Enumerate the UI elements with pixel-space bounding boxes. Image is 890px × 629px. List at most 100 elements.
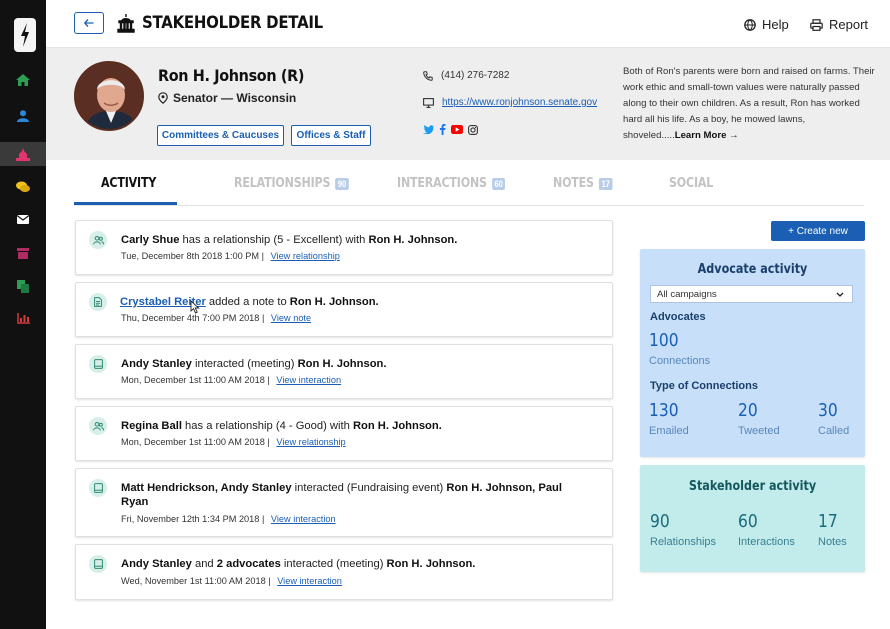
tab-social-label: SOCIAL [669, 176, 714, 191]
left-nav-rail [0, 0, 46, 629]
nav-user-icon[interactable] [0, 104, 46, 128]
activity-desc: interacted (meeting) [191, 358, 298, 370]
activity-desc: interacted (Fundraising event) [291, 482, 447, 494]
help-label: Help [762, 17, 789, 32]
interactions-count: 60 [738, 511, 758, 532]
app-logo-icon[interactable] [14, 18, 36, 52]
mouse-cursor-icon [190, 300, 200, 314]
note-icon [89, 293, 107, 311]
advocate-activity-panel: Advocate activity All campaigns Advocate… [640, 249, 865, 457]
activity-target: Ron H. Johnson. [352, 420, 442, 432]
tab-bar: ACTIVITY RELATIONSHIPS 90 INTERACTIONS 60 … [74, 164, 864, 206]
activity-date: Thu, December 4th 7:00 PM 2018 [121, 313, 260, 323]
view-interaction-link[interactable]: View interaction [276, 375, 341, 385]
activity-date: Wed, November 1st 11:00 AM 2018 [121, 576, 266, 586]
activity-text: Regina Ball has a relationship (4 - Good… [121, 419, 591, 433]
book-icon [89, 479, 107, 497]
tweeted-label: Tweeted [738, 425, 780, 437]
activity-item: Andy Stanley interacted (meeting) Ron H.… [75, 344, 613, 399]
campaign-selected-value: All campaigns [657, 288, 717, 300]
activity-item: Matt Hendrickson, Andy Stanley interacte… [75, 468, 613, 537]
activity-advocates-count: 2 advocates [216, 558, 281, 570]
tweeted-count: 20 [738, 400, 758, 421]
chevron-down-icon [836, 292, 844, 297]
stakeholder-bio: Both of Ron's parents were born and rais… [623, 64, 877, 144]
activity-date: Fri, November 12th 1:34 PM 2018 [121, 514, 260, 524]
interactions-label: Interactions [738, 536, 795, 548]
page-title: STAKEHOLDER DETAIL [142, 13, 323, 33]
relationships-count: 90 [650, 511, 670, 532]
report-link[interactable]: Report [810, 17, 868, 32]
book-icon [89, 355, 107, 373]
view-interaction-link[interactable]: View interaction [271, 514, 336, 524]
relationships-label: Relationships [650, 536, 717, 548]
connections-label: Connections [649, 355, 711, 367]
stakeholder-activity-title: Stakeholder activity [688, 479, 817, 494]
social-links [423, 124, 478, 135]
activity-meta: Fri, November 12th 1:34 PM 2018 | View i… [121, 514, 336, 524]
learn-more-link[interactable]: Learn More → [675, 130, 739, 141]
tab-interactions[interactable]: INTERACTIONS 60 [397, 176, 506, 191]
phone-number: (414) 276-7282 [441, 70, 510, 81]
view-relationship-link[interactable]: View relationship [271, 251, 340, 261]
monitor-icon [423, 97, 434, 108]
activity-date: Tue, December 8th 2018 1:00 PM [121, 251, 260, 261]
activity-desc: interacted (meeting) [280, 558, 387, 570]
activity-desc: and [191, 558, 217, 570]
tab-notes[interactable]: NOTES 17 [553, 176, 613, 191]
phone-row: (414) 276-7282 [423, 70, 509, 81]
people-icon [89, 417, 107, 435]
nav-chart-icon[interactable] [0, 306, 46, 330]
committees-caucuses-button[interactable]: Committees & Caucuses [157, 125, 284, 146]
nav-chat-icon[interactable] [0, 175, 46, 199]
view-relationship-link[interactable]: View relationship [276, 437, 345, 447]
offices-staff-button[interactable]: Offices & Staff [291, 125, 371, 146]
nav-copy-icon[interactable] [0, 274, 46, 298]
arrow-left-icon [84, 19, 94, 27]
view-note-link[interactable]: View note [271, 313, 311, 323]
type-of-connections-label: Type of Connections [650, 380, 758, 392]
campaign-select[interactable]: All campaigns [650, 285, 853, 303]
called-label: Called [818, 425, 850, 437]
tab-relationships[interactable]: RELATIONSHIPS 90 [234, 176, 349, 191]
emailed-count: 130 [649, 400, 679, 421]
activity-item: Carly Shue has a relationship (5 - Excel… [75, 220, 613, 275]
stakeholder-role: Senator — Wisconsin [158, 91, 296, 105]
youtube-icon[interactable] [451, 125, 463, 134]
nav-archive-icon[interactable] [0, 241, 46, 265]
tab-notes-label: NOTES [553, 176, 594, 191]
activity-meta: Wed, November 1st 11:00 AM 2018 | View i… [121, 576, 342, 586]
activity-meta: Thu, December 4th 7:00 PM 2018 | View no… [121, 313, 312, 323]
website-link[interactable]: https://www.ronjohnson.senate.gov [442, 97, 597, 108]
facebook-icon[interactable] [439, 124, 446, 135]
activity-item: Andy Stanley and 2 advocates interacted … [75, 544, 613, 600]
activity-target: Ron H. Johnson. [368, 234, 458, 246]
avatar [74, 61, 144, 131]
notes-count-badge: 17 [598, 177, 613, 190]
help-link[interactable]: Help [744, 17, 789, 32]
activity-item: Crystabel Reiter added a note to Ron H. … [75, 282, 613, 337]
activity-actor: Andy Stanley [121, 358, 192, 370]
bio-text: Both of Ron's parents were born and rais… [623, 66, 875, 141]
activity-text: Andy Stanley and 2 advocates interacted … [121, 557, 591, 571]
instagram-icon[interactable] [468, 124, 478, 135]
tab-social[interactable]: SOCIAL [669, 176, 713, 191]
create-new-button[interactable]: + Create new [771, 221, 865, 241]
notes-label: Notes [818, 536, 847, 548]
twitter-icon[interactable] [423, 125, 434, 134]
nav-mail-icon[interactable] [0, 207, 46, 231]
nav-home-icon[interactable] [0, 68, 46, 92]
phone-icon [423, 70, 433, 81]
tab-activity[interactable]: ACTIVITY [101, 176, 156, 191]
activity-date: Mon, December 1st 11:00 AM 2018 [121, 437, 265, 447]
stakeholder-name: Ron H. Johnson (R) [158, 66, 305, 85]
view-interaction-link[interactable]: View interaction [277, 576, 342, 586]
profile-summary: Ron H. Johnson (R) Senator — Wisconsin C… [46, 48, 890, 160]
activity-actor: Regina Ball [121, 420, 182, 432]
active-tab-indicator [74, 202, 177, 205]
nav-capitol-icon[interactable] [0, 142, 46, 166]
activity-desc: has a relationship (4 - Good) with [181, 420, 353, 432]
report-label: Report [829, 17, 869, 32]
activity-meta: Mon, December 1st 11:00 AM 2018 | View i… [121, 375, 342, 385]
back-button[interactable] [74, 12, 104, 34]
